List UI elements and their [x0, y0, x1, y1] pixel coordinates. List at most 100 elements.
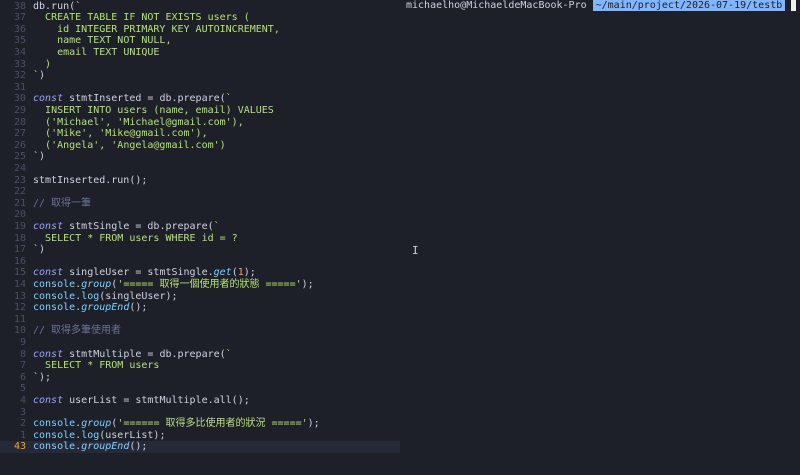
code-line[interactable]: 36 id INTEGER PRIMARY KEY AUTOINCREMENT,: [0, 24, 400, 36]
code-text: db.run(`: [33, 1, 81, 13]
code-line[interactable]: 22: [0, 186, 400, 198]
code-line[interactable]: 21 // 取得一筆: [0, 198, 400, 210]
code-token: (singleUser);: [99, 290, 178, 302]
code-line[interactable]: 14 console.group('===== 取得一個使用者的狀態 ====='…: [0, 279, 400, 291]
code-token: group: [81, 418, 112, 430]
code-token: );: [301, 278, 314, 290]
code-text: const stmtMultiple = db.prepare(`: [33, 349, 232, 361]
code-line[interactable]: 25 `): [0, 151, 400, 163]
code-token: '====== 取得多比使用者的狀況 =====': [117, 418, 308, 430]
code-line[interactable]: 6 `);: [0, 372, 400, 384]
code-line[interactable]: 9: [0, 337, 400, 349]
code-line[interactable]: 13 console.log(singleUser);: [0, 291, 400, 303]
code-token: get: [213, 267, 232, 279]
code-text: id INTEGER PRIMARY KEY AUTOINCREMENT,: [33, 24, 280, 36]
line-number: 8: [19, 348, 26, 360]
code-line[interactable]: 20: [0, 209, 400, 221]
code-text: ): [33, 59, 51, 71]
code-line[interactable]: 43 console.groupEnd();: [0, 441, 400, 453]
code-line[interactable]: 24: [0, 163, 400, 175]
code-line[interactable]: 38 db.run(`: [0, 1, 400, 13]
code-text: `): [33, 151, 45, 163]
code-text: ('Angela', 'Angela@gmail.com'): [33, 140, 226, 152]
line-number: 20: [13, 209, 26, 221]
terminal-cursor: [791, 0, 797, 11]
code-text: const singleUser = stmtSingle.get(1);: [33, 267, 256, 279]
code-token: stmtInserted.run();: [33, 174, 148, 186]
code-line[interactable]: 34 email TEXT UNIQUE: [0, 47, 400, 59]
code-line[interactable]: 8 const stmtMultiple = db.prepare(`: [0, 349, 400, 361]
code-line[interactable]: 23 stmtInserted.run();: [0, 175, 400, 187]
code-line[interactable]: 29 INSERT INTO users (name, email) VALUE…: [0, 105, 400, 117]
code-token: SELECT * FROM users: [45, 360, 160, 372]
code-token: console: [33, 278, 76, 290]
code-line[interactable]: 32 `): [0, 70, 400, 82]
code-line[interactable]: 2 console.group('====== 取得多比使用者的狀況 ====='…: [0, 418, 400, 430]
code-line[interactable]: 3: [0, 407, 400, 419]
line-number: 9: [19, 336, 26, 348]
code-line[interactable]: 11: [0, 314, 400, 326]
line-number: 23: [13, 174, 26, 186]
code-line[interactable]: 10 // 取得多筆使用者: [0, 325, 400, 337]
code-line[interactable]: 12 console.groupEnd();: [0, 302, 400, 314]
line-number: 5: [19, 383, 26, 395]
code-line[interactable]: 37 CREATE TABLE IF NOT EXISTS users (: [0, 12, 400, 24]
line-number: 16: [13, 255, 26, 267]
code-line[interactable]: 4 const userList = stmtMultiple.all();: [0, 395, 400, 407]
code-line[interactable]: 7 SELECT * FROM users: [0, 360, 400, 372]
line-number: 43: [13, 441, 26, 453]
code-text: // 取得多筆使用者: [33, 325, 121, 337]
code-token: const: [33, 348, 64, 360]
code-token: // 取得多筆使用者: [33, 325, 122, 337]
code-token: SELECT * FROM users WHERE id = ?: [45, 232, 238, 244]
code-line[interactable]: 26 ('Angela', 'Angela@gmail.com'): [0, 140, 400, 152]
line-number: 17: [13, 244, 26, 256]
code-line[interactable]: 5: [0, 383, 400, 395]
code-token: console: [33, 418, 76, 430]
code-text: const stmtSingle = db.prepare(`: [33, 221, 220, 233]
code-line[interactable]: 16: [0, 256, 400, 268]
line-number: 6: [19, 371, 26, 383]
code-token: log: [81, 290, 100, 302]
line-number: 31: [13, 81, 26, 93]
code-line[interactable]: 30 const stmtInserted = db.prepare(`: [0, 93, 400, 105]
line-number: 24: [13, 162, 26, 174]
code-text: console.log(singleUser);: [33, 291, 178, 303]
code-line[interactable]: 27 ('Mike', 'Mike@gmail.com'),: [0, 128, 400, 140]
code-line[interactable]: 33 ): [0, 59, 400, 71]
code-text: ('Michael', 'Michael@gmail.com'),: [33, 117, 244, 129]
code-token: ): [45, 58, 52, 70]
code-token: stmtSingle = db.prepare(: [63, 220, 214, 232]
line-number: 34: [13, 46, 26, 58]
code-line[interactable]: 17 `): [0, 244, 400, 256]
code-token: groupEnd: [81, 302, 130, 314]
code-text: // 取得一筆: [33, 198, 91, 210]
code-line[interactable]: 19 const stmtSingle = db.prepare(`: [0, 221, 400, 233]
terminal-host: michaelho@MichaeldeMacBook-Pro: [406, 0, 587, 11]
code-line[interactable]: 15 const singleUser = stmtSingle.get(1);: [0, 267, 400, 279]
terminal-cwd-badge: ~/main/project/2026-07-19/testb: [592, 0, 786, 11]
line-number: 37: [13, 12, 26, 24]
code-line[interactable]: 31: [0, 82, 400, 94]
line-number: 2: [19, 418, 26, 430]
code-line[interactable]: 1 console.log(userList);: [0, 430, 400, 442]
code-text: const userList = stmtMultiple.all();: [33, 395, 250, 407]
line-number: 32: [13, 70, 26, 82]
code-line[interactable]: 35 name TEXT NOT NULL,: [0, 35, 400, 47]
code-text: console.group('===== 取得一個使用者的狀態 =====');: [33, 279, 314, 291]
terminal-pane[interactable]: michaelho@MichaeldeMacBook-Pro ~/main/pro…: [400, 0, 800, 475]
code-text: CREATE TABLE IF NOT EXISTS users (: [33, 12, 250, 24]
line-number: 25: [13, 151, 26, 163]
code-line[interactable]: 28 ('Michael', 'Michael@gmail.com'),: [0, 117, 400, 129]
code-line[interactable]: 18 SELECT * FROM users WHERE id = ?: [0, 233, 400, 245]
code-text: stmtInserted.run();: [33, 175, 147, 187]
line-number: 4: [19, 394, 26, 406]
code-token: ();: [129, 302, 148, 314]
code-editor-pane[interactable]: 38 db.run(` 37 CREATE TABLE IF NOT EXISTS …: [0, 0, 400, 475]
code-text: console.groupEnd();: [33, 441, 147, 453]
code-token: );: [243, 267, 256, 279]
